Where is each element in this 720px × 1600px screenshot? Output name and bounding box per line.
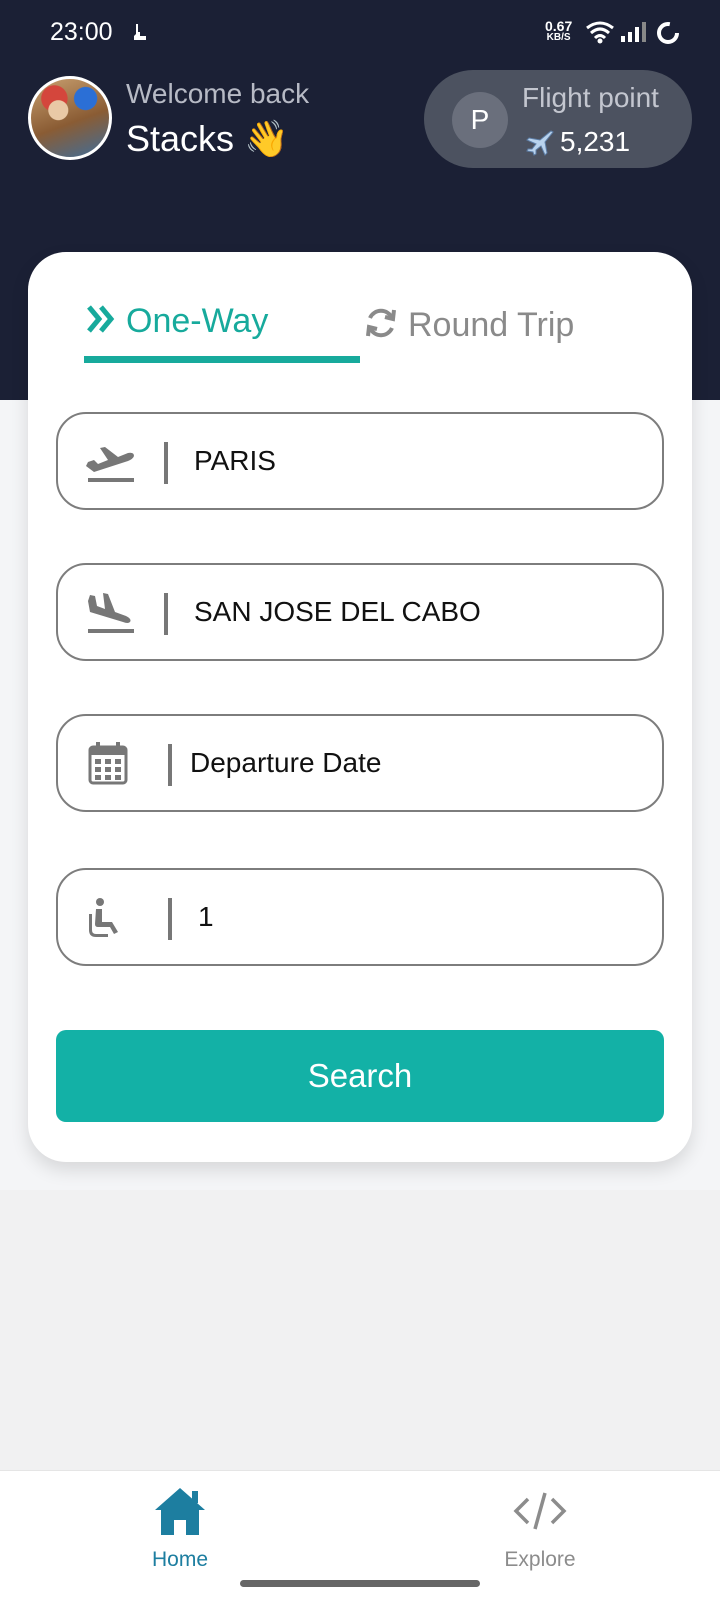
- status-bar: 23:00 0.67 KB/S: [0, 0, 720, 66]
- origin-value: PARIS: [194, 445, 276, 476]
- home-indicator[interactable]: [240, 1580, 480, 1587]
- double-chevron-right-icon: [86, 303, 116, 340]
- passengers-field[interactable]: 1: [56, 868, 664, 966]
- username: Stacks 👋: [126, 118, 289, 159]
- battery-icon: [655, 20, 681, 51]
- airplane-icon: [524, 128, 554, 156]
- welcome-text: Welcome back: [126, 78, 310, 109]
- field-divider: [168, 898, 172, 940]
- active-tab-indicator: [84, 356, 360, 363]
- field-divider: [168, 744, 172, 786]
- nav-home[interactable]: Home: [120, 1485, 240, 1572]
- signal-icon: [620, 20, 648, 49]
- refresh-icon: [364, 306, 398, 345]
- field-divider: [164, 442, 168, 484]
- departure-date-placeholder: Departure Date: [190, 747, 382, 778]
- origin-field[interactable]: PARIS: [56, 412, 664, 510]
- message-icon: [132, 22, 148, 47]
- calendar-icon: [84, 740, 136, 788]
- landing-icon: [84, 589, 136, 637]
- nav-explore-label: Explore: [504, 1548, 576, 1571]
- tab-round-trip-label: Round Trip: [408, 305, 575, 344]
- field-divider: [164, 593, 168, 635]
- network-speed-value: 0.67: [545, 18, 573, 34]
- departure-date-field[interactable]: Departure Date: [56, 714, 664, 812]
- nav-explore[interactable]: Explore: [480, 1485, 600, 1572]
- network-speed: 0.67 KB/S: [545, 18, 573, 44]
- flight-search-card: One-Way Round Trip PARIS SAN JOSE DEL CA…: [28, 252, 692, 1162]
- passengers-value: 1: [198, 901, 214, 932]
- takeoff-icon: [84, 438, 136, 486]
- flight-points-card[interactable]: P Flight point 5,231: [424, 70, 692, 168]
- destination-value: SAN JOSE DEL CABO: [194, 596, 481, 627]
- points-avatar: P: [452, 92, 508, 148]
- seat-icon: [84, 894, 136, 942]
- network-speed-unit: KB/S: [546, 32, 571, 43]
- tab-round-trip[interactable]: Round Trip: [364, 300, 574, 350]
- points-value: 5,231: [560, 126, 631, 157]
- home-icon: [120, 1485, 240, 1542]
- nav-home-label: Home: [151, 1548, 209, 1571]
- wifi-icon: [585, 20, 615, 49]
- status-time: 23:00: [50, 18, 113, 46]
- search-button[interactable]: Search: [56, 1030, 664, 1122]
- points-value-row: 5,231: [524, 126, 630, 158]
- points-label: Flight point: [522, 82, 659, 113]
- code-icon: [480, 1485, 600, 1542]
- avatar[interactable]: [28, 76, 112, 160]
- destination-field[interactable]: SAN JOSE DEL CABO: [56, 563, 664, 661]
- tab-one-way-label: One-Way: [126, 301, 269, 340]
- tab-one-way[interactable]: One-Way: [86, 296, 268, 346]
